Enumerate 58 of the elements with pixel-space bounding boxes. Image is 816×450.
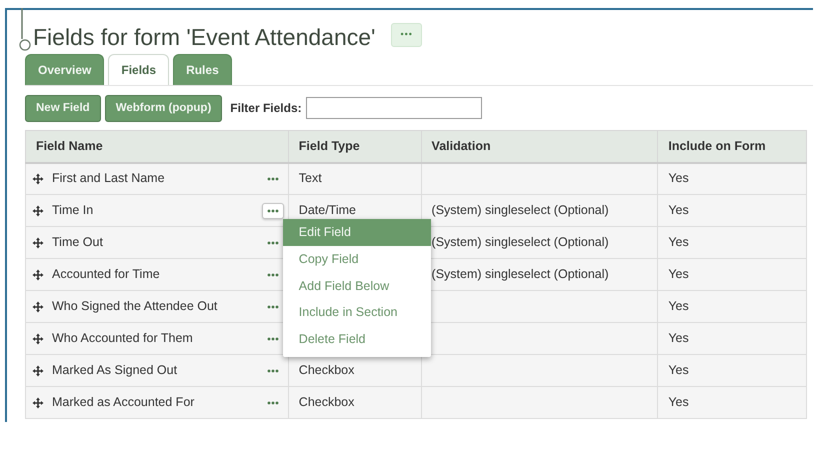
- ellipsis-icon: [266, 336, 279, 341]
- menu-item[interactable]: Include in Section: [282, 299, 431, 326]
- field-name: Accounted for Time: [52, 266, 161, 284]
- include-value: Yes: [668, 203, 689, 218]
- column-header: Field Name: [26, 130, 288, 163]
- drag-handle-icon[interactable]: [32, 332, 44, 345]
- drag-handle-icon[interactable]: [32, 300, 44, 313]
- drag-handle-icon[interactable]: [32, 204, 44, 217]
- menu-item[interactable]: Add Field Below: [282, 272, 431, 300]
- field-name: First and Last Name: [52, 170, 166, 188]
- page-title: Fields for form 'Event Attendance': [33, 24, 376, 52]
- field-type: Date/Time: [298, 203, 356, 218]
- toolbar-button[interactable]: Webform (popup): [104, 94, 222, 122]
- field-name: Time Out: [52, 234, 104, 252]
- field-name: Time In: [52, 202, 94, 220]
- ellipsis-icon: [266, 368, 279, 373]
- field-type: Text: [298, 171, 322, 186]
- ellipsis-icon: [266, 304, 279, 309]
- field-name: Who Accounted for Them: [52, 330, 194, 348]
- filter-field[interactable]: [306, 97, 482, 120]
- include-value: Yes: [668, 299, 689, 314]
- tab[interactable]: Overview: [25, 54, 104, 85]
- tab[interactable]: Rules: [173, 54, 232, 85]
- drag-handle-icon[interactable]: [32, 396, 44, 409]
- validation-rule: (System) singleselect (Optional): [432, 203, 609, 218]
- field-name: Marked As Signed Out: [52, 362, 178, 380]
- menu-item[interactable]: Copy Field: [282, 246, 431, 273]
- field-name: Who Signed the Attendee Out: [52, 298, 218, 316]
- column-header: Field Type: [288, 130, 422, 163]
- field-type: Checkbox: [298, 363, 354, 378]
- tab[interactable]: Fields: [108, 54, 170, 85]
- drag-handle-icon[interactable]: [32, 236, 44, 249]
- menu-item[interactable]: Edit Field: [282, 219, 431, 246]
- include-value: Yes: [668, 171, 689, 186]
- ellipsis-icon: [266, 208, 279, 213]
- ellipsis-icon: [266, 176, 279, 181]
- ellipsis-icon: [266, 272, 279, 277]
- ellipsis-icon: [266, 400, 279, 405]
- include-value: Yes: [668, 331, 689, 346]
- drag-handle-icon[interactable]: [32, 172, 44, 185]
- more-options-button[interactable]: •••: [391, 23, 422, 47]
- validation-rule: (System) singleselect (Optional): [432, 235, 609, 250]
- include-value: Yes: [668, 395, 689, 410]
- validation-rule: (System) singleselect (Optional): [432, 267, 609, 282]
- field-type: Checkbox: [298, 395, 354, 410]
- drag-handle-icon[interactable]: [32, 268, 44, 281]
- drag-handle-icon[interactable]: [32, 364, 44, 377]
- include-value: Yes: [668, 267, 689, 282]
- filter-label: Filter Fields:: [230, 100, 302, 118]
- include-value: Yes: [668, 363, 689, 378]
- column-header: Include on Form: [658, 130, 806, 163]
- menu-item[interactable]: Delete Field: [282, 326, 431, 353]
- column-header: Validation: [421, 130, 658, 163]
- ellipsis-icon: [266, 240, 279, 245]
- toolbar-button[interactable]: New Field: [25, 94, 101, 122]
- include-value: Yes: [668, 235, 689, 250]
- field-name: Marked as Accounted For: [52, 394, 196, 412]
- row-menu-button[interactable]: [262, 202, 284, 219]
